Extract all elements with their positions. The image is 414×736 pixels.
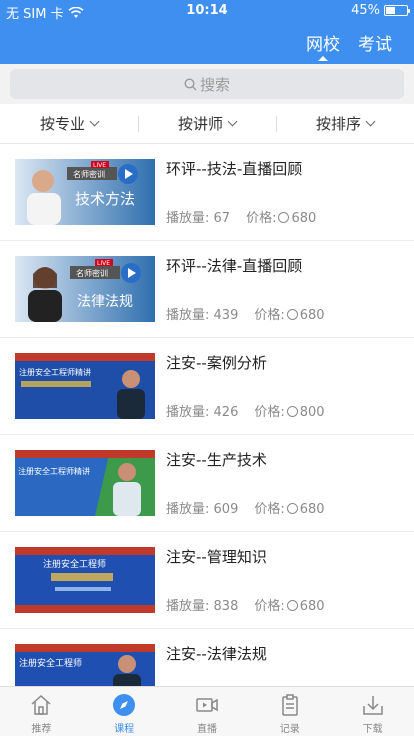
svg-text:LIVE: LIVE	[93, 162, 106, 169]
search-placeholder: 搜索	[199, 75, 230, 94]
play-count: 838	[213, 599, 239, 614]
tab-records[interactable]: 记录	[248, 687, 331, 736]
tab-wangxiao[interactable]: 网校	[306, 30, 340, 61]
thumb-caption: 注册安全工程师精讲	[19, 367, 91, 377]
filter-bar: 按专业 按讲师 按排序	[0, 104, 414, 144]
bottom-tab-bar: 推荐 课程 直播 记录 下载	[0, 686, 414, 736]
thumb-caption: 注册安全工程师	[19, 657, 82, 669]
course-thumbnail: 名师密训 LIVE 技术方法	[15, 159, 155, 225]
play-count: 426	[213, 405, 239, 420]
play-count: 67	[213, 211, 231, 226]
battery-icon	[384, 5, 410, 16]
tab-label: 下载	[362, 724, 383, 735]
play-label: 播放量:	[166, 308, 210, 323]
course-item[interactable]: 名师密训 LIVE 法律法规 环评--法律-直播回顾 播放量: 439 价格: 6…	[0, 241, 414, 338]
status-bar: 无 SIM 卡 10:14 45%	[0, 0, 414, 22]
course-item[interactable]: 名师密训 LIVE 技术方法 环评--技法-直播回顾 播放量: 67 价格: 68…	[0, 144, 414, 241]
top-bar: 无 SIM 卡 10:14 45% 网校 考试	[0, 0, 414, 64]
course-title: 注安--管理知识	[166, 548, 267, 566]
play-label: 播放量:	[166, 599, 210, 614]
price-label: 价格:	[246, 211, 277, 226]
tab-live[interactable]: 直播	[166, 687, 249, 736]
play-count: 609	[213, 502, 239, 517]
price-value: 680	[299, 599, 325, 614]
clipboard-icon	[282, 694, 298, 716]
chevron-down-icon	[89, 116, 100, 127]
home-icon	[31, 694, 51, 715]
price-label: 价格:	[254, 599, 285, 614]
search-area: 搜索	[0, 64, 414, 104]
tab-label: 推荐	[31, 724, 52, 735]
coin-icon	[286, 309, 298, 320]
tab-downloads[interactable]: 下载	[331, 687, 414, 736]
svg-text:名师密训: 名师密训	[76, 268, 108, 278]
course-meta: 播放量: 67 价格: 680	[166, 207, 316, 226]
video-icon	[196, 698, 218, 712]
search-input[interactable]: 搜索	[10, 69, 404, 99]
filter-label: 按讲师	[177, 115, 223, 133]
play-count: 439	[213, 308, 239, 323]
course-title: 环评--法律-直播回顾	[166, 257, 303, 275]
course-meta: 播放量: 838 价格: 680	[166, 595, 325, 614]
tab-label: 直播	[196, 724, 217, 735]
filter-sort[interactable]: 按排序	[276, 104, 414, 143]
filter-lecturer[interactable]: 按讲师	[138, 104, 276, 143]
course-title: 注安--法律法规	[166, 645, 267, 663]
coin-icon	[278, 212, 290, 223]
play-label: 播放量:	[166, 502, 210, 517]
course-title: 注安--生产技术	[166, 451, 267, 469]
tab-exam[interactable]: 考试	[358, 30, 392, 55]
compass-icon	[113, 694, 136, 716]
filter-label: 按专业	[39, 115, 85, 133]
course-thumbnail: 注册安全工程师精讲	[15, 450, 155, 516]
filter-label: 按排序	[315, 115, 361, 133]
svg-text:名师密训: 名师密训	[73, 169, 105, 179]
nav-tabs: 网校 考试	[306, 30, 392, 61]
course-item[interactable]: 注册安全工程师精讲 注安--生产技术 播放量: 609 价格: 680	[0, 435, 414, 532]
chevron-down-icon	[365, 116, 376, 127]
thumb-caption: 法律法规	[77, 294, 133, 310]
tab-label: 记录	[279, 724, 300, 735]
battery-percent: 45%	[351, 3, 380, 18]
course-thumbnail: 名师密训 LIVE 法律法规	[15, 256, 155, 322]
play-label: 播放量:	[166, 405, 210, 420]
tab-label: 课程	[114, 724, 135, 735]
thumb-caption: 注册安全工程师精讲	[18, 466, 90, 476]
course-thumbnail: 注册安全工程师	[15, 644, 155, 686]
price-value: 680	[299, 308, 325, 323]
course-title: 环评--技法-直播回顾	[166, 160, 303, 178]
tab-recommend[interactable]: 推荐	[0, 687, 83, 736]
price-value: 680	[291, 211, 317, 226]
course-item[interactable]: 注册安全工程师 注安--管理知识 播放量: 838 价格: 680	[0, 532, 414, 629]
coin-icon	[286, 406, 298, 417]
course-thumbnail: 注册安全工程师	[15, 547, 155, 613]
course-meta: 播放量: 439 价格: 680	[166, 304, 325, 323]
thumb-caption: 技术方法	[75, 190, 135, 208]
price-value: 680	[299, 502, 325, 517]
course-thumbnail: 注册安全工程师精讲	[15, 353, 155, 419]
play-label: 播放量:	[166, 211, 210, 226]
course-item[interactable]: 注册安全工程师精讲 注安--案例分析 播放量: 426 价格: 800	[0, 338, 414, 435]
download-icon	[362, 696, 383, 715]
app-screen: 无 SIM 卡 10:14 45% 网校 考试 搜索 按专业 按讲师 按排序 名…	[0, 0, 414, 736]
filter-major[interactable]: 按专业	[0, 104, 138, 143]
course-list: 名师密训 LIVE 技术方法 环评--技法-直播回顾 播放量: 67 价格: 68…	[0, 144, 414, 686]
course-item[interactable]: 注册安全工程师 注安--法律法规	[0, 629, 414, 686]
svg-text:LIVE: LIVE	[97, 260, 110, 267]
search-icon	[184, 77, 197, 90]
coin-icon	[286, 503, 298, 514]
course-meta: 播放量: 609 价格: 680	[166, 498, 325, 517]
tab-courses[interactable]: 课程	[83, 687, 166, 736]
coin-icon	[286, 600, 298, 611]
price-label: 价格:	[254, 405, 285, 420]
price-label: 价格:	[254, 308, 285, 323]
course-meta: 播放量: 426 价格: 800	[166, 401, 325, 420]
chevron-down-icon	[227, 116, 238, 127]
price-label: 价格:	[254, 502, 285, 517]
thumb-caption: 注册安全工程师	[43, 558, 106, 570]
price-value: 800	[299, 405, 325, 420]
course-title: 注安--案例分析	[166, 354, 267, 372]
